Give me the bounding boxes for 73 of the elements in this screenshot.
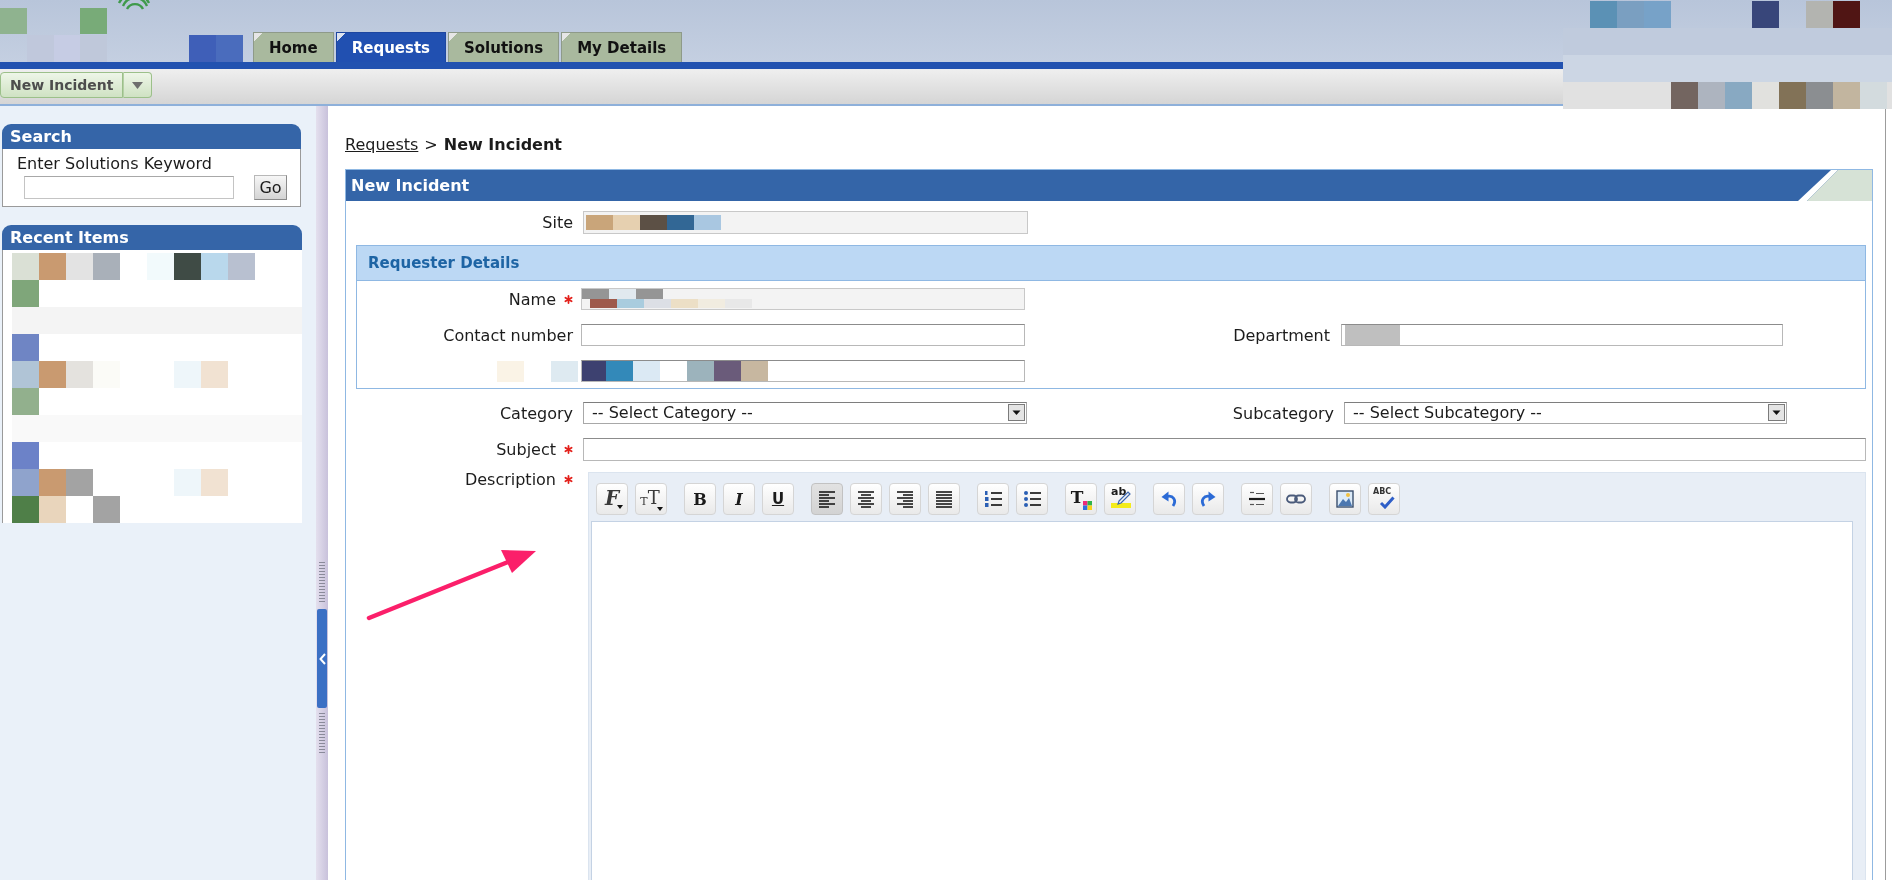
- breadcrumb-separator: >: [424, 135, 438, 155]
- checkmark-icon: [1379, 496, 1395, 509]
- redo-icon: [1199, 490, 1217, 508]
- subcategory-dropdown[interactable]: -- Select Subcategory --: [1344, 402, 1787, 424]
- field-label: Contact number: [443, 325, 573, 345]
- image-button[interactable]: [1329, 483, 1361, 515]
- new-incident-button[interactable]: New Incident: [0, 72, 124, 98]
- numbered-list-icon: [983, 490, 1003, 508]
- section-title: Requester Details: [368, 254, 520, 272]
- highlighter-icon: [1110, 489, 1132, 509]
- grip-icon: [318, 712, 326, 754]
- collapse-sidebar-button[interactable]: [317, 609, 327, 708]
- undo-button[interactable]: [1153, 483, 1185, 515]
- undo-icon: [1160, 490, 1178, 508]
- align-right-icon: [896, 490, 914, 508]
- contact-number-field[interactable]: [581, 324, 1025, 346]
- field-label: Department: [1233, 325, 1330, 345]
- search-prompt: Enter Solutions Keyword: [17, 154, 213, 174]
- nav-tab[interactable]: Solutions: [448, 32, 560, 62]
- nav-tab[interactable]: My Details: [561, 32, 683, 62]
- spellcheck-button[interactable]: ABC: [1368, 483, 1400, 515]
- caret-down-icon: [657, 507, 663, 511]
- align-center-button[interactable]: [850, 483, 882, 515]
- link-button[interactable]: [1280, 483, 1312, 515]
- text-color-button[interactable]: T: [1065, 483, 1097, 515]
- department-field[interactable]: [1341, 324, 1783, 346]
- pixelated-text-drawing: [1345, 325, 1400, 345]
- name-field[interactable]: [581, 288, 1025, 310]
- category-dropdown[interactable]: -- Select Category --: [583, 402, 1027, 424]
- font-family-button[interactable]: F: [596, 483, 628, 515]
- breadcrumb-link[interactable]: Requests: [345, 135, 419, 155]
- subject-field[interactable]: [583, 438, 1866, 461]
- field-label: Subject: [496, 440, 556, 459]
- align-center-icon: [857, 490, 875, 508]
- panel-header: Search: [2, 124, 301, 149]
- go-button[interactable]: Go: [254, 175, 287, 200]
- bold-button[interactable]: B: [684, 483, 716, 515]
- panel-header: Recent Items: [2, 225, 302, 250]
- field-label: Subcategory: [1232, 403, 1334, 423]
- field-label: Site: [542, 213, 573, 232]
- horizontal-rule-icon: [1248, 491, 1266, 507]
- horizontal-rule-button[interactable]: [1241, 483, 1273, 515]
- field-label: Category: [499, 403, 573, 423]
- nav-tab[interactable]: Requests: [335, 32, 446, 62]
- form-title: New Incident: [351, 176, 470, 195]
- field-label: Description: [464, 470, 556, 489]
- chain-link-icon: [1286, 494, 1306, 504]
- redo-button[interactable]: [1192, 483, 1224, 515]
- bullet-list-icon: [1022, 490, 1042, 508]
- bullet-list-button[interactable]: [1016, 483, 1048, 515]
- underline-button[interactable]: U: [762, 483, 794, 515]
- align-left-button[interactable]: [811, 483, 843, 515]
- align-left-icon: [818, 490, 836, 508]
- numbered-list-button[interactable]: [977, 483, 1009, 515]
- caret-down-icon: [617, 505, 623, 509]
- splitter-bar[interactable]: [316, 106, 328, 880]
- grip-icon: [318, 561, 326, 603]
- align-right-button[interactable]: [889, 483, 921, 515]
- align-justify-icon: [935, 490, 953, 508]
- chevron-left-icon: [318, 652, 326, 665]
- input-field[interactable]: [581, 360, 1025, 382]
- picture-icon: [1336, 490, 1354, 508]
- nav-tab[interactable]: Home: [253, 32, 334, 62]
- highlight-button[interactable]: ab: [1104, 483, 1136, 515]
- color-swatch-icon: [1083, 501, 1092, 510]
- breadcrumb-current: New Incident: [443, 135, 562, 155]
- search-field[interactable]: [24, 176, 234, 199]
- caret-down-icon: [132, 81, 144, 89]
- justify-button[interactable]: [928, 483, 960, 515]
- dropdown-toggle-button[interactable]: [123, 72, 153, 98]
- italic-button[interactable]: I: [723, 483, 755, 515]
- field-label: Name: [508, 289, 556, 309]
- site-field[interactable]: [583, 211, 1028, 234]
